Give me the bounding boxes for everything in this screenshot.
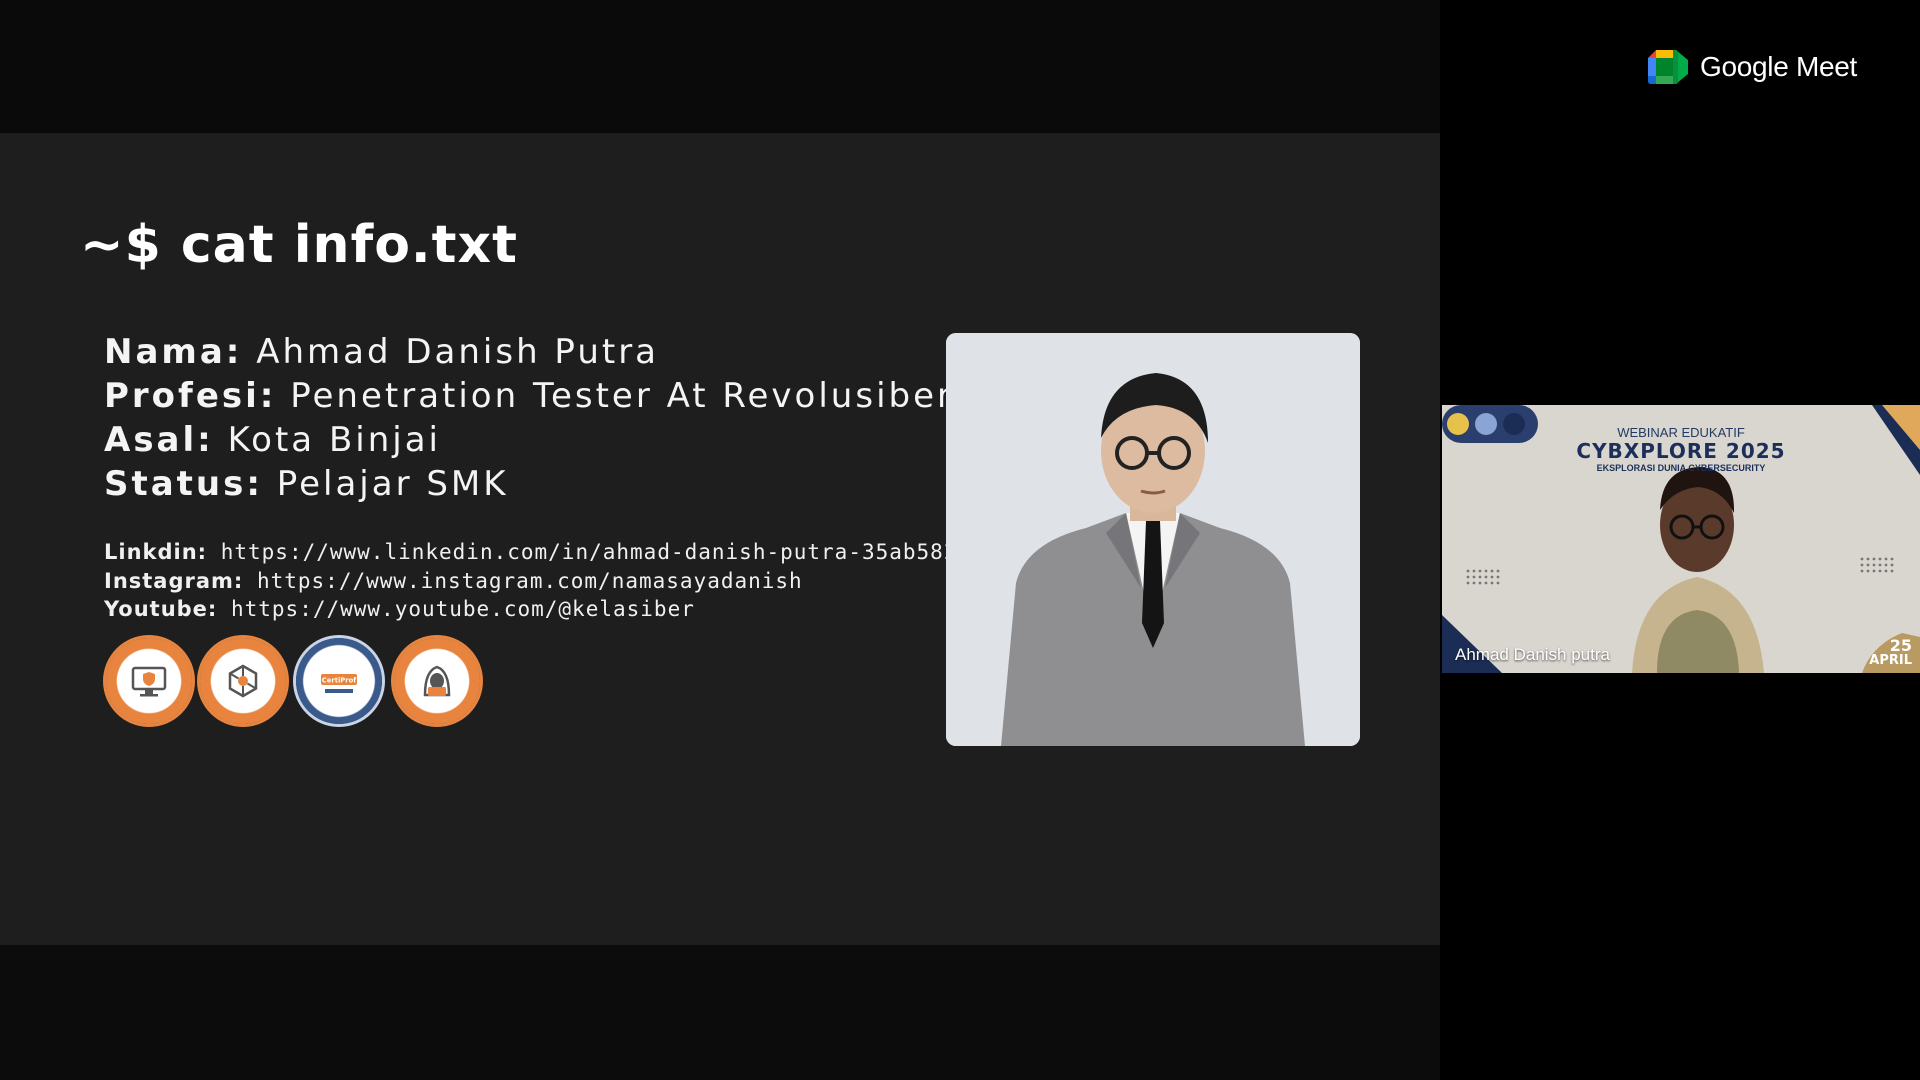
link-url: https://www.instagram.com/namasayadanish	[256, 569, 803, 593]
certiprof-icon: CertiProf	[321, 674, 358, 693]
info-label: Nama:	[104, 332, 243, 372]
banner-subtitle: WEBINAR EDUKATIF	[1617, 425, 1745, 440]
certification-badge	[200, 638, 286, 724]
speaker-portrait	[946, 333, 1360, 746]
info-row-asal: Asal: Kota Binjai	[104, 420, 441, 460]
link-label: Youtube:	[104, 597, 218, 621]
info-label: Status:	[104, 464, 263, 504]
banner-date-day: 25	[1889, 636, 1912, 655]
google-meet-logo: Google Meet	[1648, 50, 1857, 84]
slide-letterbox-bottom	[0, 945, 1440, 1080]
network-icon	[228, 664, 258, 698]
info-value: Pelajar SMK	[276, 464, 509, 504]
person-avatar-icon	[946, 333, 1360, 746]
banner-date: 25 APRIL	[1869, 636, 1912, 668]
participant-name: Ahmad Danish putra	[1455, 645, 1610, 664]
info-row-nama: Nama: Ahmad Danish Putra	[104, 332, 659, 372]
info-value: Kota Binjai	[227, 420, 441, 460]
link-row-linkedin: Linkdin: https://www.linkedin.com/in/ahm…	[104, 540, 998, 564]
info-value: Ahmad Danish Putra	[256, 332, 660, 372]
slide-letterbox-top	[0, 0, 1440, 133]
info-row-status: Status: Pelajar SMK	[104, 464, 509, 504]
info-value: Penetration Tester At Revolusiber	[290, 376, 954, 416]
info-label: Asal:	[104, 420, 214, 460]
link-url: https://www.youtube.com/@kelasiber	[230, 597, 695, 621]
link-row-youtube: Youtube: https://www.youtube.com/@kelasi…	[104, 597, 695, 621]
app-name: Google Meet	[1700, 51, 1858, 82]
link-url: https://www.linkedin.com/in/ahmad-danish…	[220, 540, 999, 564]
banner-date-month: APRIL	[1869, 653, 1912, 668]
link-row-instagram: Instagram: https://www.instagram.com/nam…	[104, 569, 803, 593]
presentation-stage: ~$ cat info.txt Nama: Ahmad Danish Putra…	[0, 0, 1440, 1080]
link-label: Linkdin:	[104, 540, 208, 564]
banner-tagline: EKSPLORASI DUNIA CYBERSECURITY	[1596, 463, 1766, 473]
info-label: Profesi:	[104, 376, 277, 416]
banner-title: CYBXPLORE 2025	[1576, 439, 1786, 463]
certification-badge	[394, 638, 480, 724]
google-meet-icon	[1648, 50, 1688, 84]
participant-video-tile[interactable]: WEBINAR EDUKATIF CYBXPLORE 2025 EKSPLORA…	[1442, 405, 1920, 673]
link-label: Instagram:	[104, 569, 244, 593]
slide-title: ~$ cat info.txt	[80, 215, 518, 275]
info-row-profesi: Profesi: Penetration Tester At Revolusib…	[104, 376, 954, 416]
certification-badge: CertiProf	[296, 638, 382, 724]
certiprof-wordmark: CertiProf	[322, 677, 358, 685]
hacker-icon	[423, 665, 451, 697]
certification-badge	[106, 638, 192, 724]
monitor-shield-icon	[131, 666, 167, 697]
